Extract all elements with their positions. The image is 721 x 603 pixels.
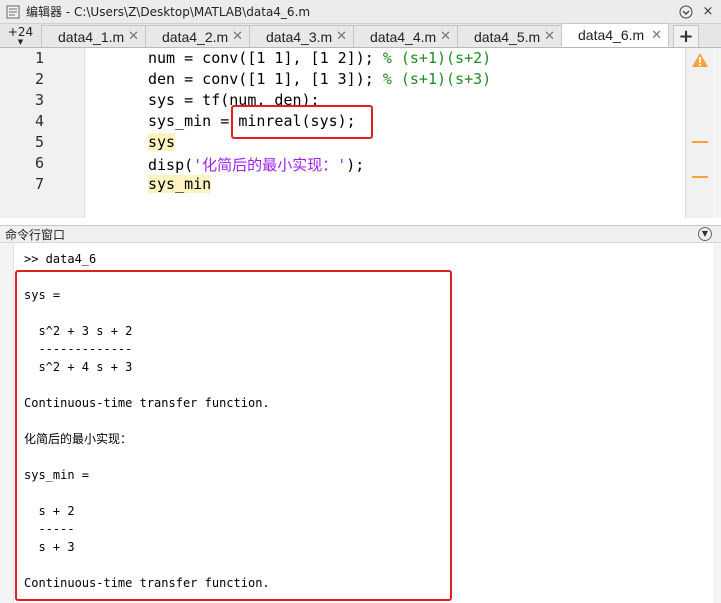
- editor-tab-bar: +24 ▼ data4_1.m ✕ data4_2.m ✕ data4_3.m …: [0, 23, 721, 48]
- tab-data4-4[interactable]: data4_4.m ✕: [353, 25, 458, 47]
- tab-label: data4_5.m: [474, 28, 541, 45]
- warning-marker[interactable]: [692, 141, 708, 143]
- command-window-margin: [0, 243, 14, 603]
- command-window-scrollbar[interactable]: [713, 243, 721, 603]
- tab-data4-1[interactable]: data4_1.m ✕: [41, 25, 146, 47]
- tab-data4-3[interactable]: data4_3.m ✕: [249, 25, 354, 47]
- tab-close-icon[interactable]: ✕: [651, 28, 662, 43]
- line-number: 4: [34, 112, 44, 130]
- title-bar: 编辑器 - C:\Users\Z\Desktop\MATLAB\data4_6.…: [0, 0, 721, 24]
- code-text: num = conv([1 1], [1 2]);: [148, 49, 383, 67]
- tab-label: data4_6.m: [578, 27, 645, 43]
- tab-close-icon[interactable]: ✕: [128, 29, 139, 44]
- code-line-6: disp('化简后的最小实现：');: [148, 154, 364, 175]
- code-comment: % (s+1)(s+3): [382, 70, 492, 88]
- line-number-gutter: 1 2 3 4 5 6 7: [0, 48, 85, 218]
- code-text: sys_min =: [148, 112, 239, 130]
- prompt-line: >> data4_6: [24, 252, 97, 266]
- highlight-box: [15, 270, 452, 601]
- tab-data4-6[interactable]: data4_6.m ✕: [561, 23, 669, 47]
- add-tab-button[interactable]: +: [673, 25, 699, 47]
- tab-close-icon[interactable]: ✕: [440, 29, 451, 44]
- code-line-7: sys_min: [148, 175, 212, 193]
- line-number: 1: [34, 49, 44, 67]
- tab-close-icon[interactable]: ✕: [544, 29, 555, 44]
- warning-marker[interactable]: [692, 176, 708, 178]
- line-number: 6: [34, 154, 44, 172]
- tab-close-icon[interactable]: ✕: [232, 29, 243, 44]
- editor-icon: [6, 5, 20, 18]
- tab-label: data4_3.m: [266, 28, 333, 45]
- tab-overflow-count: +24: [7, 25, 34, 39]
- command-window-title: 命令行窗口: [5, 227, 66, 242]
- line-number: 3: [34, 91, 44, 109]
- tab-data4-5[interactable]: data4_5.m ✕: [457, 25, 562, 47]
- warning-icon[interactable]: [691, 52, 709, 68]
- line-number: 7: [34, 175, 44, 193]
- command-window-header: 命令行窗口 ▼: [0, 225, 721, 243]
- code-line-2: den = conv([1 1], [1 3]); % (s+1)(s+3): [148, 70, 491, 88]
- code-text: );: [346, 156, 365, 174]
- caret-down-icon: ▼: [17, 38, 24, 46]
- code-text: sys_min: [148, 175, 212, 193]
- tab-label: data4_1.m: [58, 28, 125, 45]
- tab-overflow-button[interactable]: +24 ▼: [0, 24, 42, 47]
- code-line-1: num = conv([1 1], [1 2]); % (s+1)(s+2): [148, 49, 491, 67]
- close-icon[interactable]: ×: [699, 3, 717, 21]
- window-title: 编辑器 - C:\Users\Z\Desktop\MATLAB\data4_6.…: [26, 5, 311, 19]
- command-window[interactable]: >> data4_6 sys = s^2 + 3 s + 2 ---------…: [0, 243, 721, 603]
- code-text: den = conv([1 1], [1 3]);: [148, 70, 383, 88]
- code-editor[interactable]: 1 2 3 4 5 6 7 num = conv([1 1], [1 2]); …: [0, 48, 713, 218]
- code-text: disp(: [148, 156, 194, 174]
- tab-label: data4_4.m: [370, 28, 437, 45]
- tab-data4-2[interactable]: data4_2.m ✕: [145, 25, 250, 47]
- code-analyzer-rail: [685, 48, 713, 218]
- line-number: 2: [34, 70, 44, 88]
- editor-scrollbar[interactable]: [713, 48, 721, 218]
- code-line-5: sys: [148, 133, 176, 151]
- options-menu-icon[interactable]: [677, 3, 695, 21]
- tab-label: data4_2.m: [162, 28, 229, 45]
- code-text: sys: [148, 133, 176, 151]
- tab-close-icon[interactable]: ✕: [336, 29, 347, 44]
- line-number: 5: [34, 133, 44, 151]
- highlight-box: [231, 105, 373, 139]
- chevron-down-icon[interactable]: ▼: [698, 227, 712, 241]
- code-string: '化简后的最小实现：': [193, 156, 347, 174]
- code-comment: % (s+1)(s+2): [382, 49, 492, 67]
